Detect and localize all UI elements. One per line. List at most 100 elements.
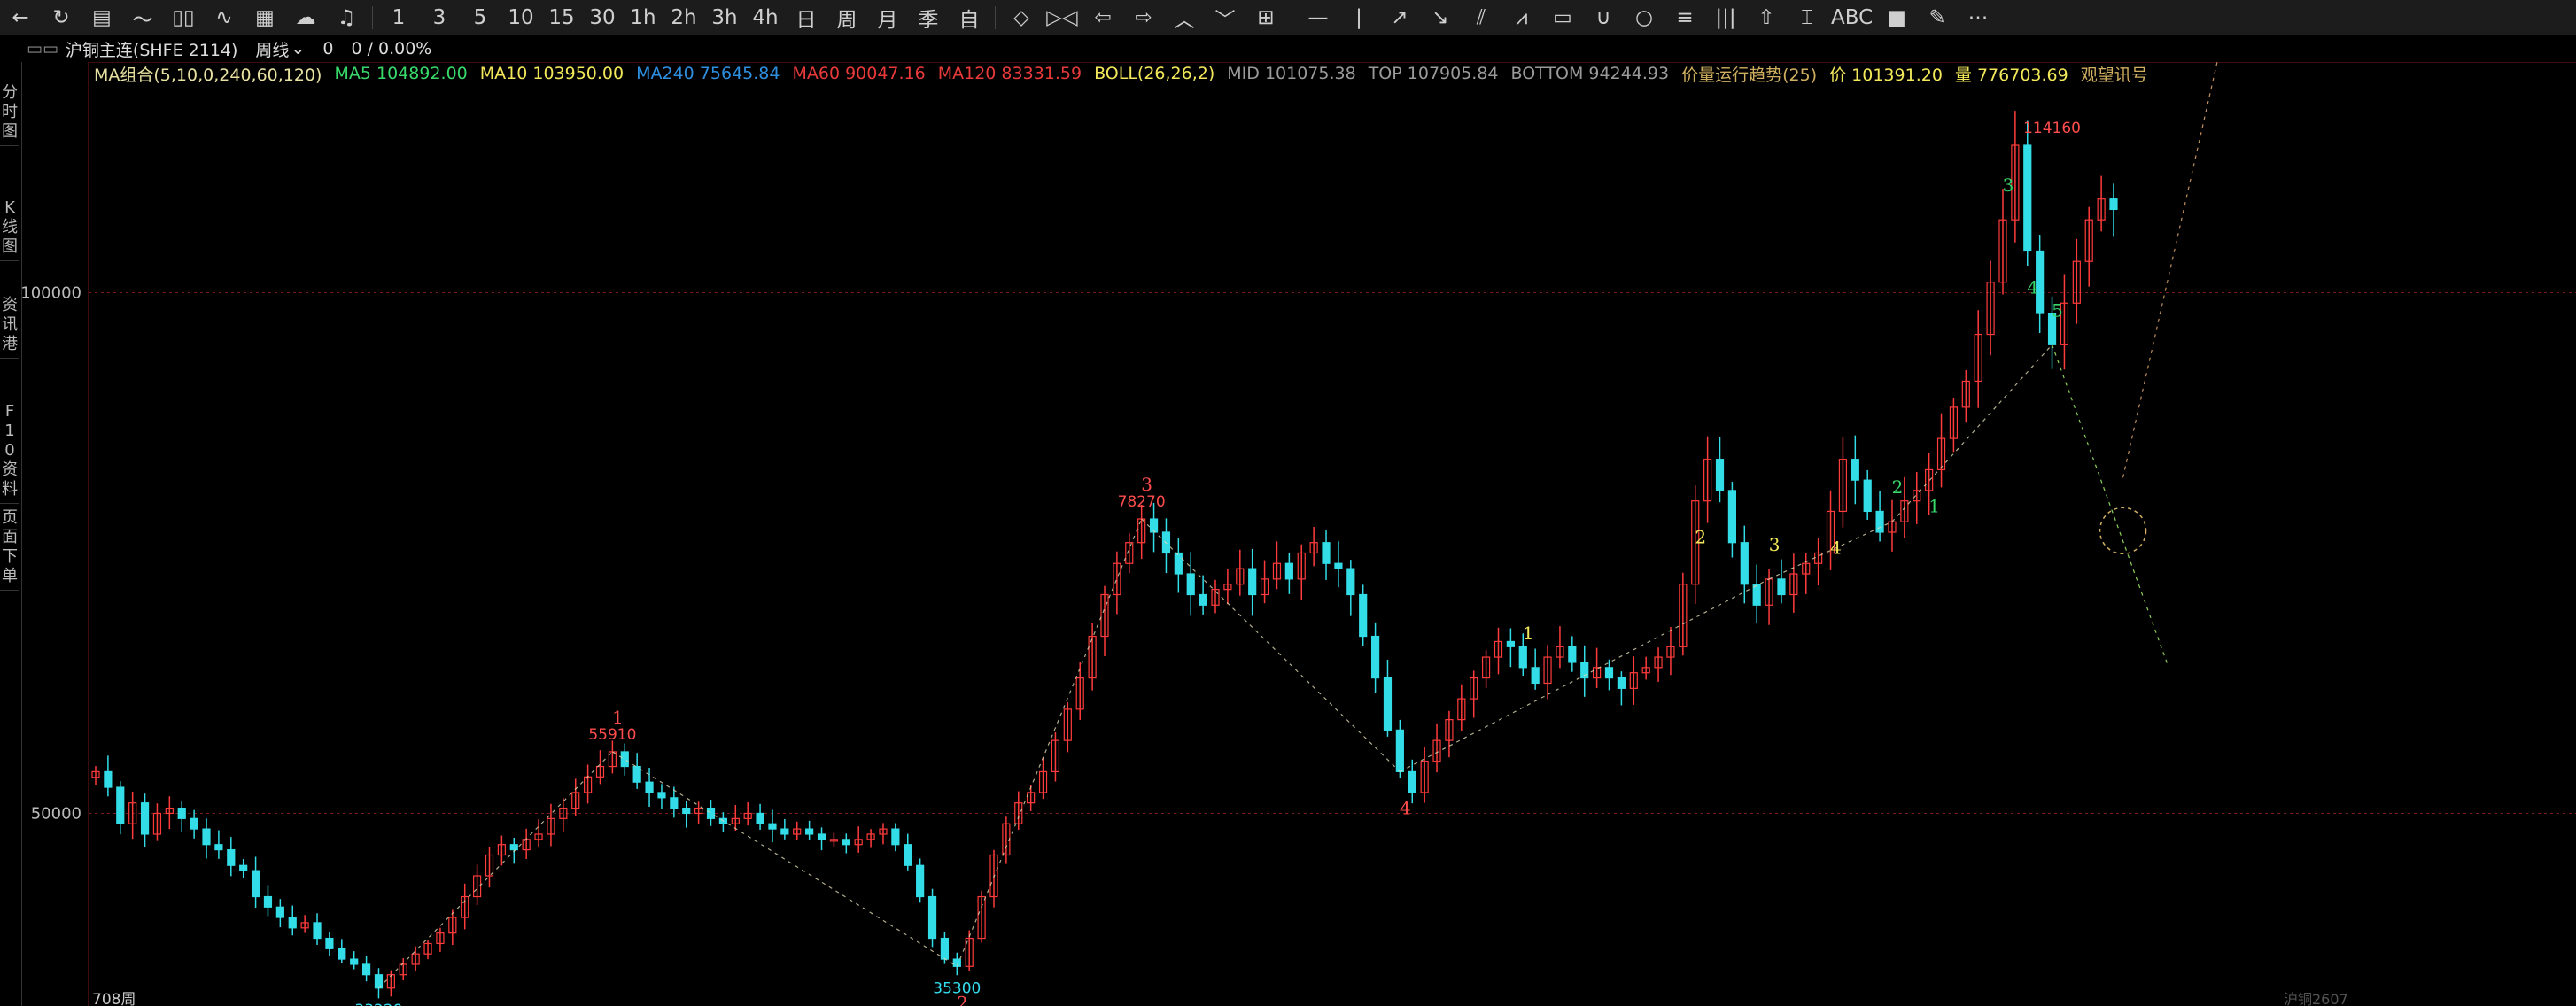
- toolbar-button[interactable]: 4h: [749, 3, 782, 33]
- candle-body: [202, 828, 211, 846]
- candle-body: [768, 823, 777, 830]
- toolbar-button[interactable]: ⇨: [1127, 3, 1160, 33]
- toolbar-button[interactable]: ⩘: [1505, 3, 1539, 33]
- toolbar-button[interactable]: ⇧: [1750, 3, 1783, 33]
- toolbar-button[interactable]: ○: [1627, 3, 1661, 33]
- legend-item: MA组合(5,10,0,240,60,120): [94, 65, 322, 85]
- toolbar-button[interactable]: 15: [545, 3, 578, 33]
- candle-body: [645, 781, 654, 793]
- candle-body: [1334, 562, 1343, 569]
- toolbar-button[interactable]: 10: [504, 3, 538, 33]
- toolbar-button[interactable]: 〜: [126, 3, 159, 33]
- candle-body: [1875, 510, 1884, 533]
- candlestick-chart[interactable]: 1000005000055910332203530078270114160123…: [0, 62, 2576, 1006]
- toolbar-button[interactable]: ←: [4, 3, 37, 33]
- candle-body: [904, 844, 912, 866]
- candle-body: [325, 937, 334, 949]
- toolbar-button[interactable]: 日: [789, 3, 823, 33]
- toolbar-button[interactable]: 周: [830, 3, 864, 33]
- toolbar-button[interactable]: 5: [463, 3, 497, 33]
- toolbar-button[interactable]: 自: [952, 3, 986, 33]
- toolbar-button[interactable]: ﹀: [1208, 3, 1242, 33]
- wave-label: 1: [612, 707, 624, 728]
- toolbar-button[interactable]: 3: [423, 3, 456, 33]
- toolbar-button[interactable]: ▭: [1546, 3, 1579, 33]
- toolbar-button[interactable]: ■: [1880, 3, 1913, 33]
- toolbar-button[interactable]: ↗: [1383, 3, 1416, 33]
- info-bar: ▭▭ 沪铜主连(SHFE 2114) 周线 ⌄ 0 0 / 0.00%: [0, 35, 2576, 62]
- toolbar-button[interactable]: ⋯: [1961, 3, 1995, 33]
- toolbar-button[interactable]: ☁: [289, 3, 322, 33]
- candle-body: [1370, 635, 1380, 679]
- candle-body: [1186, 573, 1195, 596]
- candle-body: [338, 948, 346, 960]
- candle-body: [263, 895, 273, 908]
- toolbar-button[interactable]: ≡: [1668, 3, 1702, 33]
- toolbar-button[interactable]: 30: [586, 3, 619, 33]
- candle-body: [1346, 568, 1355, 596]
- toolbar-button[interactable]: 3h: [708, 3, 741, 33]
- candle-body: [1568, 646, 1577, 663]
- symbol-name[interactable]: 沪铜主连(SHFE 2114): [66, 37, 238, 61]
- wave-label: 2: [1695, 527, 1706, 548]
- candle-body: [251, 870, 260, 898]
- candle-body: [1395, 729, 1404, 773]
- candle-body: [116, 786, 125, 824]
- toolbar-button[interactable]: ▦: [248, 3, 282, 33]
- toolbar-button[interactable]: 1: [382, 3, 415, 33]
- candle-body: [313, 922, 322, 940]
- candle-body: [1740, 542, 1749, 585]
- wave-line: [1400, 578, 1770, 772]
- wave-label: 1: [1523, 623, 1534, 644]
- candle-body: [657, 792, 666, 799]
- wave-label: 1: [1928, 495, 1940, 516]
- toolbar-button[interactable]: ↻: [44, 3, 78, 33]
- change-value: 0: [322, 39, 334, 58]
- toolbar-button[interactable]: ▤: [85, 3, 119, 33]
- wave-label: 3: [1141, 474, 1152, 495]
- price-annotation: 78270: [1118, 493, 1166, 511]
- candle-body: [1359, 593, 1368, 638]
- toolbar-button[interactable]: |: [1342, 3, 1376, 33]
- candle-body: [350, 958, 359, 965]
- toolbar-button[interactable]: ∿: [207, 3, 241, 33]
- toolbar-button[interactable]: 季: [912, 3, 945, 33]
- toolbar-button[interactable]: ◇: [1005, 3, 1038, 33]
- legend-item: BOTTOM 94244.93: [1510, 64, 1670, 83]
- toolbar-button[interactable]: ∪: [1587, 3, 1620, 33]
- candle-body: [1506, 640, 1515, 647]
- candle-body: [927, 895, 937, 940]
- toolbar-button[interactable]: ✎: [1920, 3, 1954, 33]
- candle-body: [1408, 770, 1416, 793]
- toolbar-button[interactable]: ABC: [1831, 3, 1873, 33]
- toolbar-button[interactable]: ︿: [1168, 3, 1201, 33]
- y-tick-label: 100000: [20, 284, 81, 303]
- wave-label: 4: [2027, 276, 2038, 298]
- toolbar-button[interactable]: ▷◁: [1045, 3, 1079, 33]
- toolbar-button[interactable]: ⫽: [1464, 3, 1498, 33]
- toolbar-button[interactable]: ▯▯: [167, 3, 200, 33]
- symbol-selector-icon[interactable]: ▭▭: [27, 39, 58, 58]
- toolbar-button[interactable]: 2h: [667, 3, 701, 33]
- toolbar-button[interactable]: 月: [871, 3, 904, 33]
- candle-body: [1518, 646, 1527, 669]
- toolbar-button[interactable]: ↘: [1424, 3, 1457, 33]
- candle-body: [2023, 144, 2032, 252]
- candle-body: [361, 963, 371, 976]
- toolbar-button[interactable]: |||: [1709, 3, 1742, 33]
- candle-body: [1322, 542, 1331, 564]
- wave-label: 2: [1892, 476, 1904, 498]
- toolbar-button[interactable]: ♫: [330, 3, 363, 33]
- toolbar-button[interactable]: ⊞: [1249, 3, 1283, 33]
- candle-body: [227, 849, 236, 866]
- candle-body: [706, 807, 716, 819]
- chevron-down-icon[interactable]: ⌄: [291, 39, 305, 58]
- contract-label: 沪铜2607: [2284, 991, 2348, 1006]
- toolbar-button[interactable]: ⌶: [1790, 3, 1824, 33]
- toolbar-button[interactable]: —: [1301, 3, 1335, 33]
- period-selector[interactable]: 周线: [255, 37, 289, 61]
- candle-body: [1752, 584, 1761, 606]
- candle-body: [916, 864, 925, 898]
- toolbar-button[interactable]: ⇦: [1086, 3, 1120, 33]
- toolbar-button[interactable]: 1h: [626, 3, 660, 33]
